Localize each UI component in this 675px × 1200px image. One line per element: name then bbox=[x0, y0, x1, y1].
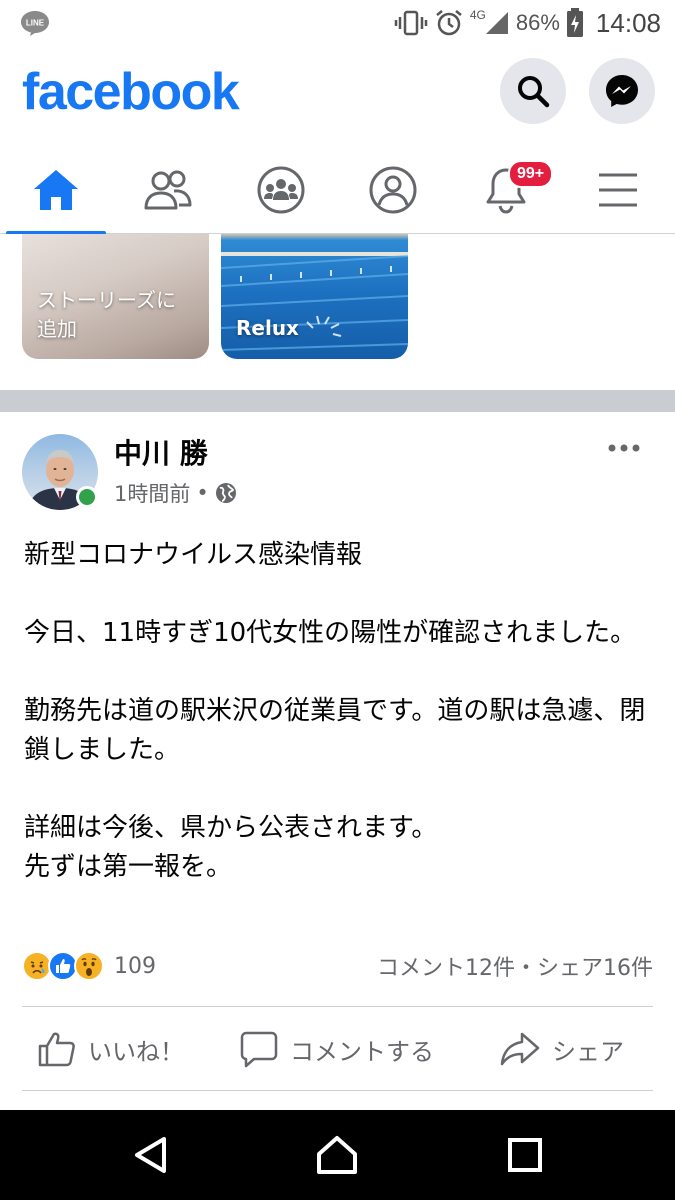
signal-icon bbox=[485, 12, 508, 34]
story-card-create[interactable]: ストーリーズに 追加 bbox=[22, 234, 209, 359]
recents-button[interactable] bbox=[502, 1132, 548, 1178]
story-card-relux[interactable]: Relux bbox=[221, 234, 408, 359]
tab-home[interactable] bbox=[0, 146, 112, 235]
post-body: 新型コロナウイルス感染情報 今日、11時すぎ10代女性の陽性が確認されました。 … bbox=[24, 536, 654, 887]
share-icon bbox=[500, 1032, 540, 1066]
like-label: いいね！ bbox=[88, 1037, 184, 1066]
feed-divider bbox=[0, 390, 675, 412]
share-label: シェア bbox=[552, 1037, 624, 1066]
globe-icon bbox=[215, 483, 236, 503]
post-time[interactable]: 1時間前 bbox=[114, 478, 190, 508]
svg-text:LINE: LINE bbox=[26, 19, 45, 28]
facebook-logo[interactable]: facebook bbox=[22, 62, 240, 122]
stories-row: ストーリーズに 追加 Relux bbox=[0, 234, 675, 390]
comment-label: コメントする bbox=[290, 1037, 434, 1066]
online-status-dot bbox=[76, 486, 98, 508]
more-options-icon[interactable] bbox=[606, 438, 642, 458]
post-paragraph: 勤務先は道の駅米沢の従業員です。道の駅は急遽、閉鎖しました。 bbox=[24, 696, 646, 765]
meta-separator: • bbox=[196, 481, 209, 505]
search-icon bbox=[518, 76, 550, 108]
comment-share-counts[interactable]: コメント12件・シェア16件 bbox=[377, 950, 653, 982]
messenger-button[interactable] bbox=[589, 58, 655, 124]
profile-icon bbox=[369, 166, 417, 214]
home-icon bbox=[34, 170, 78, 210]
line-app-icon: LINE bbox=[21, 11, 49, 36]
hamburger-icon bbox=[599, 173, 637, 207]
post-paragraph: 詳細は今後、県から公表されます。 先ずは第一報を。 bbox=[24, 813, 438, 882]
tab-notifications[interactable]: 99+ bbox=[450, 146, 562, 234]
messenger-icon bbox=[606, 75, 638, 107]
back-button[interactable] bbox=[128, 1132, 174, 1178]
status-icons: 4G 86% 14:08 bbox=[394, 6, 661, 40]
post-meta: 1時間前 • bbox=[114, 478, 237, 508]
groups-icon bbox=[257, 166, 305, 214]
post-author[interactable]: 中川 勝 bbox=[114, 432, 208, 472]
comment-button[interactable]: コメントする bbox=[240, 1024, 434, 1074]
story-label: Relux bbox=[236, 316, 299, 340]
clock: 14:08 bbox=[595, 7, 661, 38]
android-navigation-bar bbox=[0, 1110, 675, 1200]
divider bbox=[22, 1090, 653, 1091]
main-tab-bar: 99+ bbox=[0, 146, 675, 235]
reaction-count: 109 bbox=[114, 953, 156, 979]
story-label: ストーリーズに 追加 bbox=[37, 288, 176, 341]
comment-icon bbox=[240, 1031, 278, 1068]
tab-profile[interactable] bbox=[337, 146, 449, 234]
thumbs-up-icon bbox=[38, 1032, 75, 1067]
post-paragraph: 新型コロナウイルス感染情報 bbox=[24, 540, 363, 570]
feed-post: 中川 勝 1時間前 • 新型コロナウイルス感染情報 今日、11時すぎ10代女性の… bbox=[0, 412, 675, 1112]
battery-icon bbox=[566, 8, 583, 37]
notification-badge: 99+ bbox=[508, 160, 554, 188]
home-button[interactable] bbox=[314, 1132, 360, 1178]
divider bbox=[22, 1006, 653, 1007]
battery-percent: 86% bbox=[515, 10, 560, 35]
alarm-icon bbox=[436, 10, 462, 36]
recents-icon bbox=[508, 1138, 542, 1172]
search-button[interactable] bbox=[500, 58, 566, 124]
post-actions: いいね！ コメントする シェア bbox=[0, 1008, 675, 1090]
reaction-summary[interactable]: 109 bbox=[22, 948, 156, 984]
app-header: facebook bbox=[0, 46, 675, 146]
post-paragraph: 今日、11時すぎ10代女性の陽性が確認されました。 bbox=[24, 618, 637, 648]
tab-friends[interactable] bbox=[112, 146, 224, 234]
share-button[interactable]: シェア bbox=[500, 1024, 624, 1074]
android-home-icon bbox=[317, 1136, 357, 1174]
tab-menu[interactable] bbox=[562, 146, 674, 234]
back-icon bbox=[135, 1137, 166, 1173]
tab-groups[interactable] bbox=[225, 146, 337, 234]
friends-icon bbox=[144, 170, 192, 210]
status-bar: LINE 4G 86% 14:08 bbox=[0, 0, 675, 46]
like-button[interactable]: いいね！ bbox=[38, 1024, 184, 1074]
vibrate-icon bbox=[394, 10, 428, 36]
wow-reaction-icon bbox=[74, 951, 104, 981]
